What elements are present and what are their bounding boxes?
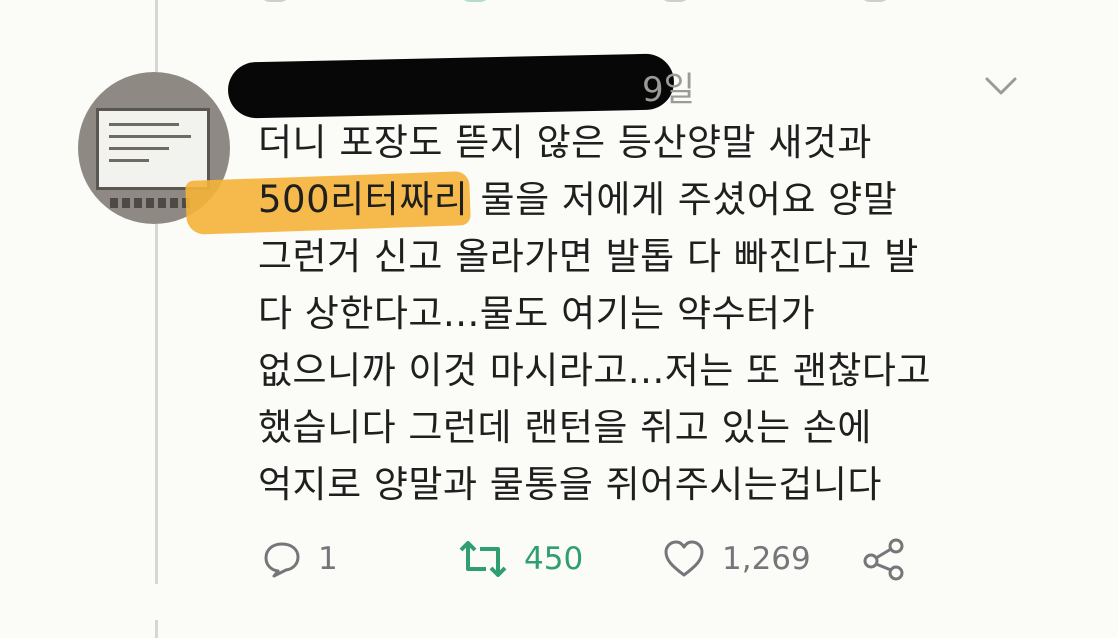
tweet-text-line: 다 상한다고...물도 여기는 약수터가 — [258, 292, 816, 335]
tweet-text-line: 더니 포장도 뜯지 않은 등산양말 새것과 — [258, 121, 872, 164]
previous-action-icon — [860, 0, 890, 2]
thread-connector-tail — [155, 620, 158, 638]
share-icon — [863, 538, 904, 581]
username-redaction — [227, 53, 675, 119]
tweet-text-line: 했습니다 그런데 랜턴을 쥐고 있는 손에 — [258, 406, 872, 449]
reply-bubble-icon — [264, 542, 300, 578]
chevron-down-icon[interactable] — [984, 74, 1018, 98]
tweet-text-line: 없으니까 이것 마시라고...저는 또 괜찮다고 — [258, 349, 932, 392]
tweet-timestamp[interactable]: 9일 — [642, 70, 695, 110]
reply-count: 1 — [318, 541, 338, 577]
tweet-text-line: 그런거 신고 올라가면 발톱 다 빠진다고 발 — [258, 235, 919, 278]
retweet-icon — [459, 541, 507, 577]
previous-tweet-actions — [260, 0, 960, 4]
previous-action-icon — [460, 0, 490, 2]
tweet-text-line: 억지로 양말과 물통을 쥐어주시는겁니다 — [258, 463, 882, 506]
avatar-image — [96, 108, 210, 190]
like-button[interactable]: 1,269 — [662, 534, 811, 584]
thread-connector — [155, 224, 158, 584]
like-count: 1,269 — [722, 541, 811, 577]
tweet-text: 더니 포장도 뜯지 않은 등산양말 새것과 500리터짜리 물을 저에게 주셨어… — [258, 114, 1078, 513]
thread-connector-top — [155, 0, 158, 72]
tweet-actions: 1 450 1,269 — [262, 534, 962, 584]
previous-action-icon — [260, 0, 290, 2]
reply-button[interactable]: 1 — [262, 534, 338, 584]
retweet-count: 450 — [524, 541, 584, 577]
share-button[interactable] — [862, 534, 906, 584]
previous-action-icon — [660, 0, 690, 2]
tweet-text-line: 500리터짜리 물을 저에게 주셨어요 양말 — [258, 178, 898, 221]
heart-icon — [664, 540, 704, 577]
retweet-button[interactable]: 450 — [458, 534, 583, 584]
